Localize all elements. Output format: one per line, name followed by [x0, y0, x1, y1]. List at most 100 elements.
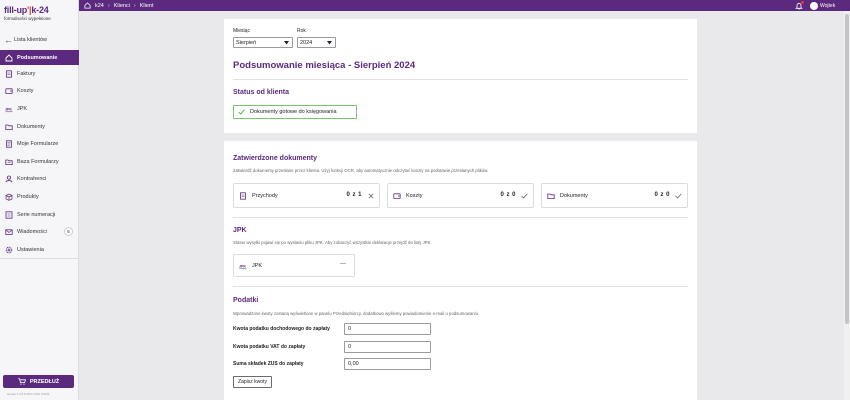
sidebar-item-serie-numeracji[interactable]: Serie numeracji [0, 206, 79, 224]
person-icon [4, 175, 13, 184]
breadcrumb-klienci[interactable]: Klienci [114, 3, 130, 9]
sidebar-item-label: Baza Formularzy [17, 158, 59, 165]
client-status-badge: Dokumenty gotowe do księgowania [233, 105, 357, 119]
cost-docs-count: 0 z 0 [500, 192, 516, 198]
zus-value: 0,00 [348, 361, 359, 367]
form-icon [4, 140, 13, 149]
revenue-docs-label: Przychody [252, 192, 278, 199]
mail-icon [4, 228, 13, 237]
unread-count-badge: 6 [64, 227, 73, 237]
close-icon[interactable] [368, 193, 374, 199]
scrollbar-thumb[interactable] [845, 14, 849, 324]
revenue-docs-box[interactable]: Przychody 0 z 1 [233, 183, 380, 208]
check-icon [238, 109, 245, 115]
divider [233, 286, 688, 287]
back-to-clients-link[interactable]: ← Lista klientów [4, 35, 47, 45]
check-icon [521, 193, 528, 199]
income-tax-label: Kwota podatku dochodowego do zapłaty [233, 326, 330, 332]
other-docs-box[interactable]: Dokumenty 0 z 0 [541, 183, 688, 208]
sidebar-item-label: Koszty [17, 88, 34, 95]
save-amounts-button[interactable]: Zapisz kwoty [233, 376, 272, 388]
chevron-right-icon: › [107, 2, 110, 9]
cost-docs-box[interactable]: Koszty 0 z 0 [387, 183, 534, 208]
month-select[interactable]: Sierpień [233, 37, 293, 48]
user-name: Wojtek [820, 2, 836, 9]
home-icon[interactable] [84, 2, 91, 9]
sidebar-item-kontrahenci[interactable]: Kontrahenci [0, 171, 79, 189]
divider [233, 79, 688, 80]
sidebar-divider [0, 258, 79, 259]
logo-text: fill-up'|k-24 [4, 5, 49, 15]
sidebar-item-label: Podsumowanie [17, 54, 58, 61]
logo-tagline: formalności wypełnione [4, 16, 51, 21]
breadcrumb-k24[interactable]: k24 [95, 3, 104, 9]
sidebar-item-label: Serie numeracji [17, 211, 56, 218]
sidebar-item-label: Dokumenty [17, 123, 45, 130]
breadcrumb: k24 › Klienci › Klient [84, 0, 154, 11]
vat-tax-input[interactable]: 0 [344, 341, 431, 353]
sidebar-item-label: Faktury [17, 70, 36, 77]
divider [233, 217, 688, 218]
gear-icon [4, 245, 13, 254]
form-base-icon [4, 157, 13, 166]
extend-subscription-button[interactable]: PRZEDŁUŻ [3, 375, 74, 388]
sidebar-item-label: JPK [17, 105, 28, 112]
box-icon [4, 192, 13, 201]
month-label: Miesiąc [233, 28, 250, 34]
sidebar-item-faktury[interactable]: Faktury [0, 65, 79, 83]
month-select-value: Sierpień [236, 39, 257, 46]
sidebar-item-podsumowanie[interactable]: Podsumowanie [0, 50, 79, 65]
jpk-description: Status wysyłki pojawi się po wysłaniu pl… [233, 240, 432, 245]
vat-tax-label: Kwota podatku VAT do zapłaty [233, 344, 306, 350]
sidebar-item-moje-formularze[interactable]: Moje Formularze [0, 135, 79, 153]
jpk-box-label: JPK [252, 262, 263, 269]
list-icon [4, 210, 13, 219]
svg-text:JPK: JPK [239, 264, 246, 268]
logo[interactable]: fill-up'|k-24 formalności wypełnione [4, 5, 78, 29]
wallet-icon [4, 87, 13, 96]
user-menu[interactable]: Wojtek [810, 1, 835, 10]
sidebar-item-ustawienia[interactable]: Ustawienia [0, 241, 79, 259]
sidebar-item-produkty[interactable]: Produkty [0, 188, 79, 206]
page-title: Podsumowanie miesiąca - Sierpień 2024 [233, 60, 416, 71]
sidebar-nav: Podsumowanie Faktury Koszty JPK JPK Doku… [0, 50, 79, 259]
svg-text:JPK: JPK [5, 107, 12, 111]
jpk-heading: JPK [233, 227, 247, 234]
sidebar-item-wiadomosci[interactable]: Wiadomości 6 [0, 223, 79, 241]
version-text: wersja 1.4.0.8.18.0.2019 (7320) [7, 392, 50, 396]
cart-icon [18, 378, 26, 385]
sidebar-item-koszty[interactable]: Koszty [0, 83, 79, 101]
zus-input[interactable]: 0,00 [344, 358, 431, 370]
back-link-label: Lista klientów [14, 37, 48, 43]
year-label: Rok [297, 28, 306, 34]
arrow-left-icon: ← [4, 35, 13, 45]
jpk-icon: JPK [239, 264, 247, 269]
client-status-heading: Status od klienta [233, 89, 290, 96]
notification-dot [801, 1, 804, 4]
sidebar-item-baza-formularzy[interactable]: Baza Formularzy [0, 153, 79, 171]
sidebar-item-dokumenty[interactable]: Dokumenty [0, 118, 79, 136]
sidebar-item-label: Produkty [17, 193, 39, 200]
sidebar-item-label: Kontrahenci [17, 176, 47, 183]
income-tax-value: 0 [348, 326, 352, 332]
avatar [810, 1, 818, 10]
breadcrumb-klient: Klient [139, 2, 154, 9]
cost-docs-label: Koszty [406, 192, 423, 199]
jpk-status-box[interactable]: JPK JPK — [233, 254, 355, 277]
sidebar-item-jpk[interactable]: JPK JPK [0, 100, 79, 118]
zus-label: Suma składek ZUS do zapłaty [233, 361, 304, 367]
wallet-icon [393, 192, 401, 199]
chevron-down-icon [284, 41, 289, 45]
jpk-icon: JPK [4, 104, 13, 113]
top-bar: k24 › Klienci › Klient Wojtek [79, 0, 850, 11]
vat-tax-value: 0 [348, 344, 352, 350]
sidebar-item-label: Moje Formularze [17, 141, 59, 148]
chevron-down-icon [327, 41, 332, 45]
approved-docs-description: Zatwierdź dokumenty przesłane przez klie… [233, 168, 489, 173]
year-select[interactable]: 2024 [297, 37, 336, 48]
sidebar-item-label: Wiadomości [17, 229, 47, 236]
summary-card: Miesiąc Sierpień Rok 2024 Podsumowanie m… [224, 19, 697, 133]
income-tax-input[interactable]: 0 [344, 323, 431, 335]
approved-docs-heading: Zatwierdzone dokumenty [233, 155, 318, 162]
sidebar: fill-up'|k-24 formalności wypełnione ← L… [0, 0, 79, 400]
